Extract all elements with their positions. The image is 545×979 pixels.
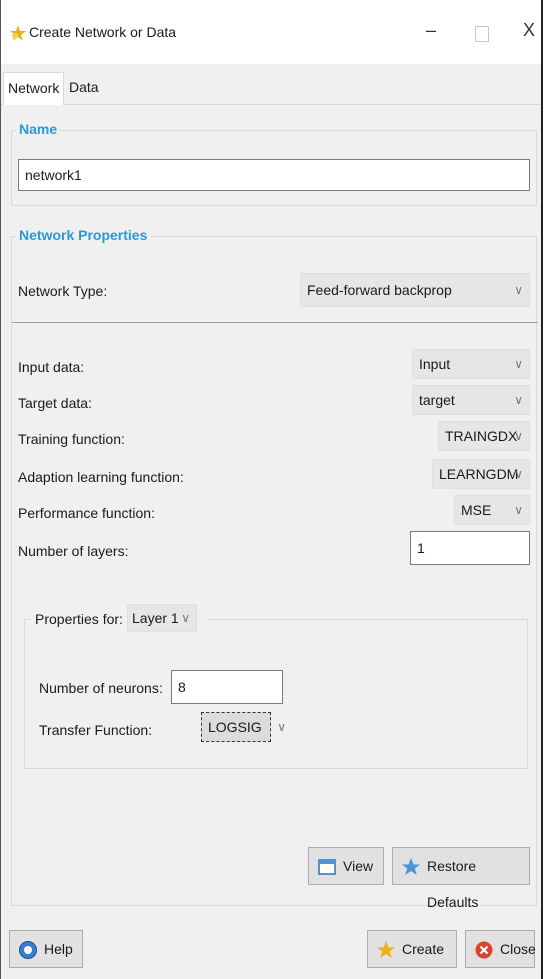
restore-defaults-label: Restore Defaults <box>427 858 479 910</box>
chevron-down-icon: ∨ <box>514 393 523 407</box>
chevron-down-icon: ∨ <box>514 283 523 297</box>
close-window-button[interactable]: X <box>523 20 535 41</box>
restore-defaults-button[interactable]: Restore Defaults <box>392 847 530 910</box>
training-function-value: TRAINGDX <box>445 428 518 444</box>
window-title: Create Network or Data <box>29 24 177 40</box>
help-icon <box>19 941 37 959</box>
chevron-down-icon: ∨ <box>181 611 190 625</box>
chevron-down-icon: ∨ <box>277 720 286 734</box>
chevron-down-icon: ∨ <box>514 357 523 371</box>
chevron-down-icon: ∨ <box>514 429 523 443</box>
performance-function-label: Performance function: <box>18 505 155 521</box>
properties-for-label: Properties for: <box>35 611 123 627</box>
view-button-label: View <box>343 858 374 874</box>
section-divider <box>12 322 538 323</box>
adaption-learning-select[interactable]: LEARNGDM ∨ <box>432 459 530 489</box>
name-group: Name network1 <box>11 121 537 206</box>
help-button[interactable]: Help <box>9 930 83 968</box>
close-label: Close <box>500 941 536 957</box>
tab-network[interactable]: Network <box>3 72 65 105</box>
network-type-select[interactable]: Feed-forward backprop ∨ <box>300 273 530 307</box>
tab-strip: Network Data <box>1 66 541 105</box>
input-data-value: Input <box>419 356 451 372</box>
maximize-button[interactable] <box>475 26 489 42</box>
view-button[interactable]: View <box>308 847 384 885</box>
target-data-select[interactable]: target ∨ <box>412 385 530 415</box>
training-function-select[interactable]: TRAINGDX ∨ <box>438 421 530 451</box>
transfer-function-value: LOGSIG <box>208 719 262 735</box>
number-of-neurons-input[interactable]: 8 <box>171 670 283 704</box>
training-function-label: Training function: <box>18 431 125 447</box>
network-star-icon <box>10 25 26 41</box>
layer-select[interactable]: Layer 1 ∨ <box>127 604 197 632</box>
adaption-learning-label: Adaption learning function: <box>18 469 184 485</box>
network-type-label: Network Type: <box>18 283 108 299</box>
target-data-value: target <box>419 392 455 408</box>
close-icon <box>475 941 493 959</box>
layer-selector-row: Properties for: Layer 1 ∨ <box>31 604 207 634</box>
create-star-icon <box>377 941 395 958</box>
chevron-down-icon: ∨ <box>514 503 523 517</box>
minimize-button[interactable]: – <box>426 20 436 41</box>
bottom-button-bar: Help Create Close <box>1 918 541 979</box>
layer-properties-group: Properties for: Layer 1 ∨ Number of neur… <box>24 604 528 769</box>
transfer-function-select[interactable]: LOGSIG ∨ <box>201 712 286 742</box>
restore-star-icon <box>402 858 420 875</box>
chevron-down-icon: ∨ <box>514 467 523 481</box>
tab-data[interactable]: Data <box>65 72 103 102</box>
create-label: Create <box>402 941 445 957</box>
transfer-function-label: Transfer Function: <box>39 722 153 738</box>
network-tab-panel: Name network1 Network Properties Network… <box>7 108 539 913</box>
help-label: Help <box>44 941 73 957</box>
input-data-select[interactable]: Input ∨ <box>412 349 530 379</box>
performance-function-select[interactable]: MSE ∨ <box>454 495 530 525</box>
number-of-neurons-label: Number of neurons: <box>39 680 163 696</box>
layer-select-value: Layer 1 <box>132 610 179 626</box>
window-view-icon <box>318 859 336 875</box>
network-name-input[interactable]: network1 <box>18 159 530 191</box>
create-button[interactable]: Create <box>367 930 457 968</box>
adaption-learning-value: LEARNGDM <box>439 466 519 482</box>
network-properties-legend: Network Properties <box>16 227 151 243</box>
input-data-label: Input data: <box>18 359 85 375</box>
network-properties-group: Network Properties Network Type: Feed-fo… <box>11 227 538 910</box>
performance-function-value: MSE <box>461 502 492 518</box>
network-type-value: Feed-forward backprop <box>307 282 452 298</box>
number-of-layers-label: Number of layers: <box>18 543 129 559</box>
dialog-window: Create Network or Data – X Network Data … <box>0 0 543 979</box>
title-bar: Create Network or Data – X <box>1 0 541 64</box>
close-button[interactable]: Close <box>465 930 536 968</box>
target-data-label: Target data: <box>18 395 92 411</box>
name-legend: Name <box>16 121 61 137</box>
number-of-layers-input[interactable]: 1 <box>410 531 530 565</box>
